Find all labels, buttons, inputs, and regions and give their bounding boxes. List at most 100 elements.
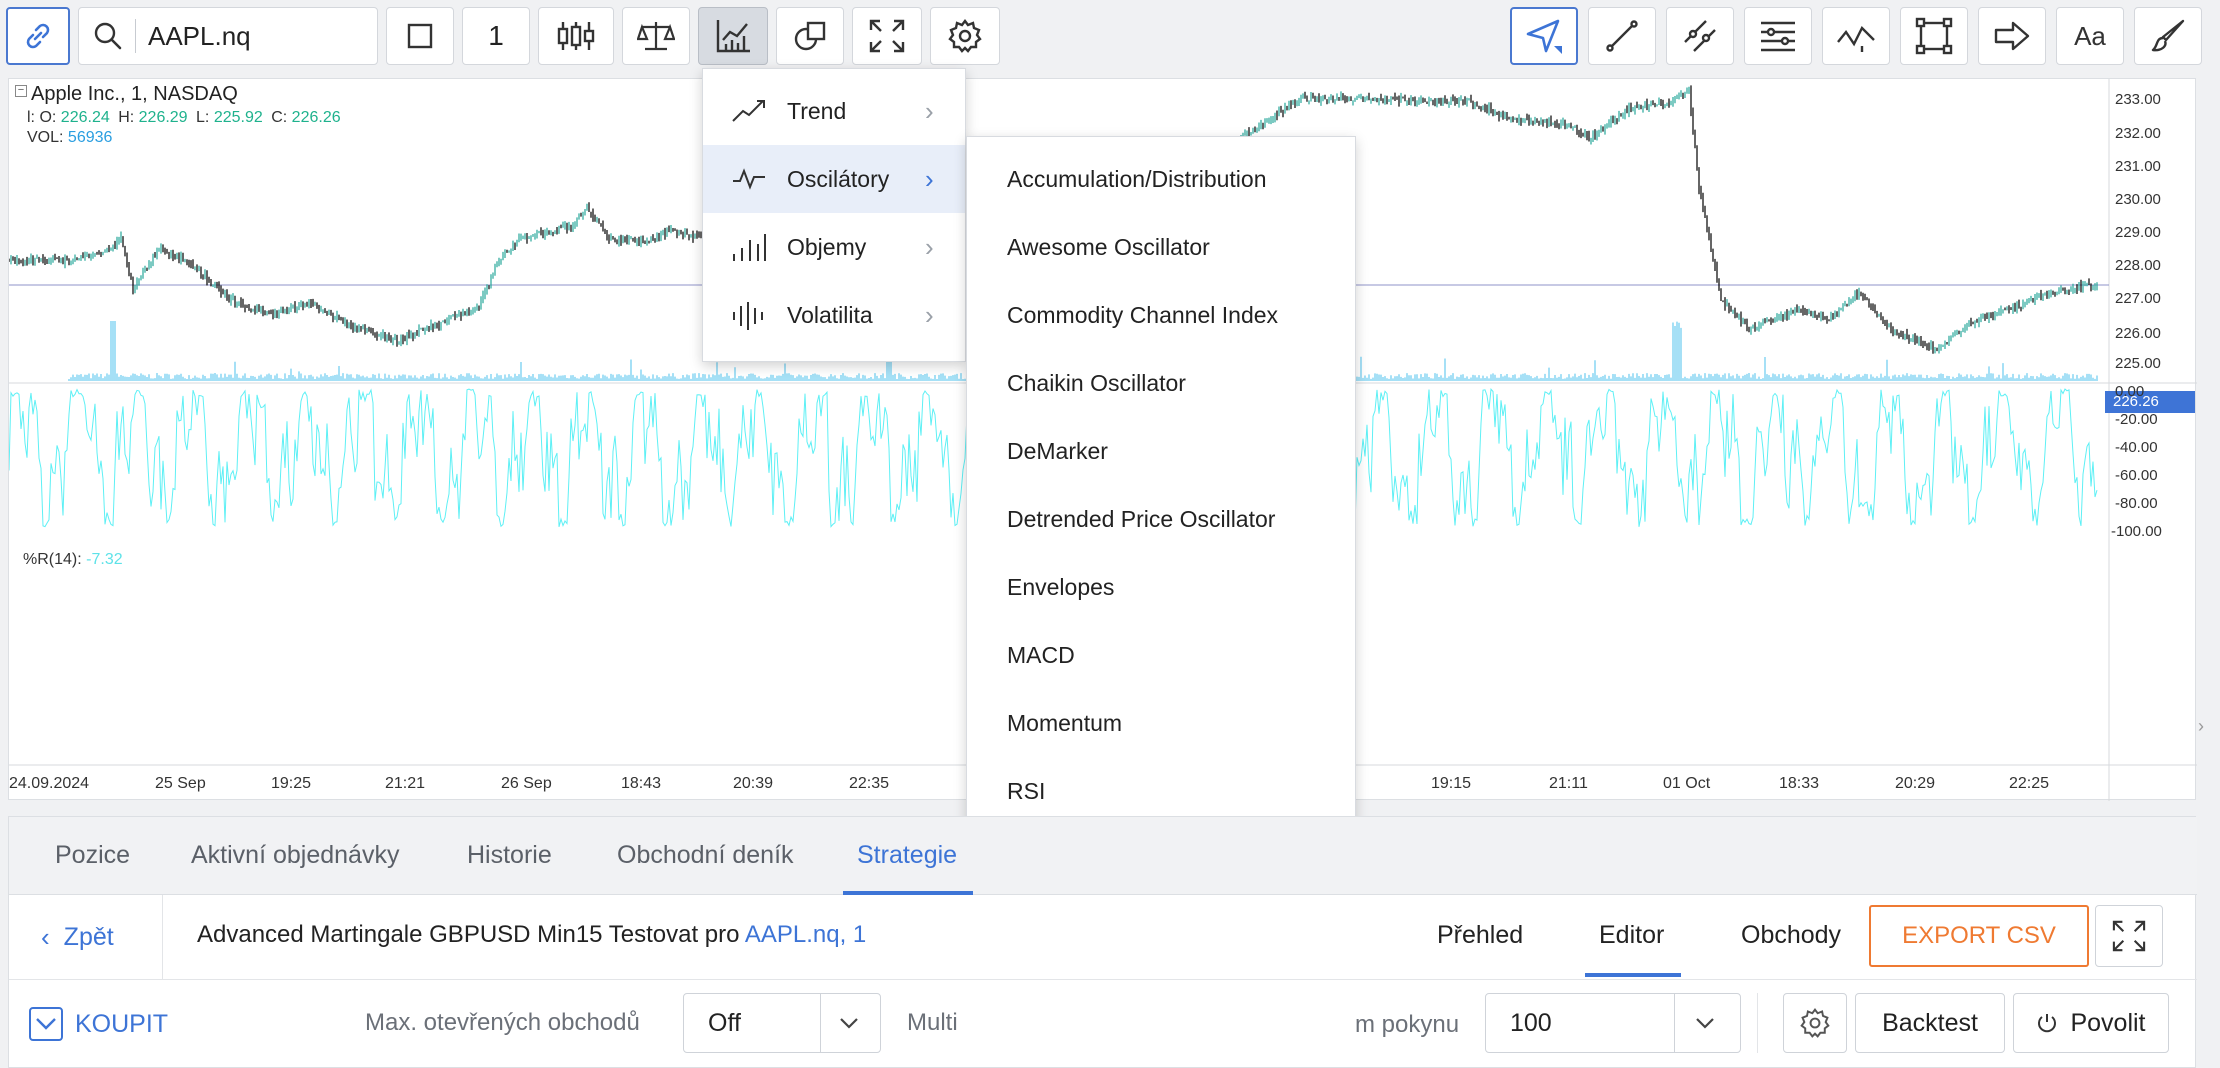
price-axis-tick: 225.00 bbox=[2115, 355, 2161, 372]
time-axis-tick: 22:25 bbox=[2009, 775, 2050, 792]
chevron-down-icon bbox=[840, 1018, 858, 1029]
chart-type-button[interactable] bbox=[538, 7, 614, 65]
view-tab-trades[interactable]: Obchody bbox=[1741, 921, 1841, 950]
oscillator-axis-tick: 0.00 bbox=[2115, 383, 2145, 400]
shapes-icon bbox=[794, 21, 826, 51]
levels-tool-button[interactable] bbox=[1744, 7, 1812, 65]
time-axis-tick: 21:11 bbox=[1549, 775, 1588, 792]
export-csv-button[interactable]: EXPORT CSV bbox=[1869, 905, 2089, 967]
rectangle-icon bbox=[1915, 17, 1953, 55]
tab-active-orders[interactable]: Aktivní objednávky bbox=[191, 841, 399, 870]
tab-strategies[interactable]: Strategie bbox=[857, 841, 957, 870]
time-axis-tick: 19:15 bbox=[1431, 775, 1472, 792]
volume-value: 56936 bbox=[67, 129, 113, 146]
view-tab-overview[interactable]: Přehled bbox=[1437, 921, 1523, 950]
submenu-item-demarker[interactable]: DeMarker bbox=[967, 417, 1355, 485]
link-icon bbox=[26, 23, 50, 49]
pattern-tool-button[interactable] bbox=[1822, 7, 1890, 65]
indicators-icon bbox=[716, 20, 750, 53]
chevron-left-icon: ‹ bbox=[41, 921, 50, 952]
cursor-tool-button[interactable] bbox=[1510, 7, 1578, 65]
time-axis-tick: 24.09.2024 bbox=[9, 775, 90, 792]
interval-button[interactable]: 1 bbox=[462, 7, 530, 65]
back-button[interactable]: ‹ Zpět bbox=[9, 895, 163, 979]
time-axis-tick: 21:21 bbox=[385, 775, 426, 792]
oscillator-axis-tick: -60.00 bbox=[2115, 467, 2158, 484]
enable-button[interactable]: Povolit bbox=[2013, 993, 2169, 1053]
time-axis-tick: 18:33 bbox=[1779, 775, 1820, 792]
submenu-item-chaikin-oscillator[interactable]: Chaikin Oscillator bbox=[967, 349, 1355, 417]
submenu-item-rsi[interactable]: RSI bbox=[967, 757, 1355, 825]
send-arrow-icon bbox=[1526, 19, 1562, 54]
square-icon bbox=[407, 23, 433, 49]
price-axis-tick: 232.00 bbox=[2115, 125, 2161, 142]
submenu-item-envelopes[interactable]: Envelopes bbox=[967, 553, 1355, 621]
search-divider bbox=[135, 19, 136, 53]
symbol-input-value[interactable]: AAPL.nq bbox=[148, 21, 251, 52]
submenu-item-momentum[interactable]: Momentum bbox=[967, 689, 1355, 757]
buy-toggle[interactable]: KOUPIT bbox=[29, 1007, 168, 1041]
scroll-right-icon[interactable]: › bbox=[2198, 716, 2220, 746]
line-tool-button[interactable] bbox=[1588, 7, 1656, 65]
brush-tool-button[interactable] bbox=[2134, 7, 2202, 65]
indicators-menu: Trend › Oscilátory › Objemy › Volatilita… bbox=[702, 68, 966, 362]
arrow-tool-button[interactable] bbox=[1978, 7, 2046, 65]
layout-button[interactable] bbox=[386, 7, 454, 65]
oscillator-axis-tick: -40.00 bbox=[2115, 439, 2158, 456]
shapes-button[interactable] bbox=[776, 7, 844, 65]
submenu-item-accumulation-distribution[interactable]: Accumulation/Distribution bbox=[967, 145, 1355, 213]
menu-item-trend[interactable]: Trend › bbox=[703, 77, 965, 145]
view-tab-editor[interactable]: Editor bbox=[1599, 921, 1664, 950]
time-axis-tick: 18:43 bbox=[621, 775, 662, 792]
collapse-legend-button[interactable]: − bbox=[15, 85, 27, 97]
checkbox-icon bbox=[29, 1007, 63, 1041]
text-tool-button[interactable]: Aa bbox=[2056, 7, 2124, 65]
submenu-item-macd[interactable]: MACD bbox=[967, 621, 1355, 689]
tab-positions[interactable]: Pozice bbox=[55, 841, 130, 870]
divider bbox=[1757, 993, 1758, 1053]
volume-line: VOL: 56936 bbox=[27, 129, 113, 146]
submenu-item-commodity-channel-index[interactable]: Commodity Channel Index bbox=[967, 281, 1355, 349]
price-axis-tick: 230.00 bbox=[2115, 191, 2161, 208]
submenu-item-detrended-price-oscillator[interactable]: Detrended Price Oscillator bbox=[967, 485, 1355, 553]
expand-panel-button[interactable] bbox=[2095, 905, 2163, 967]
gear-icon bbox=[948, 19, 982, 53]
bottom-tabs: Pozice Aktivní objednávky Historie Obcho… bbox=[9, 817, 2197, 895]
select-divider bbox=[820, 994, 821, 1052]
strategy-symbol-link[interactable]: AAPL.nq, 1 bbox=[745, 921, 866, 948]
high-value: 226.29 bbox=[138, 109, 188, 126]
menu-item-volumes[interactable]: Objemy › bbox=[703, 213, 965, 281]
order-size-select[interactable]: 100 bbox=[1485, 993, 1741, 1053]
price-axis-tick: 226.00 bbox=[2115, 325, 2161, 342]
chevron-down-icon bbox=[1696, 1018, 1714, 1029]
time-axis-tick: 20:39 bbox=[733, 775, 774, 792]
symbol-search[interactable]: AAPL.nq bbox=[78, 7, 378, 65]
rectangle-tool-button[interactable] bbox=[1900, 7, 1968, 65]
oscillator-icon bbox=[733, 168, 765, 190]
interval-value: 1 bbox=[488, 20, 504, 51]
submenu-item-awesome-oscillator[interactable]: Awesome Oscillator bbox=[967, 213, 1355, 281]
expand-icon bbox=[869, 19, 905, 53]
link-button[interactable] bbox=[6, 7, 70, 65]
tab-history[interactable]: Historie bbox=[467, 841, 552, 870]
channel-tool-button[interactable] bbox=[1666, 7, 1734, 65]
backtest-button[interactable]: Backtest bbox=[1855, 993, 2005, 1053]
strategy-settings-button[interactable] bbox=[1783, 993, 1847, 1053]
menu-item-oscillators[interactable]: Oscilátory › bbox=[703, 145, 965, 213]
chevron-right-icon: › bbox=[925, 95, 934, 126]
menu-item-volatility[interactable]: Volatilita › bbox=[703, 281, 965, 349]
fullscreen-button[interactable] bbox=[852, 7, 922, 65]
order-size-label: m pokynu bbox=[1355, 1011, 1460, 1038]
gear-icon bbox=[1800, 1008, 1830, 1038]
horizontal-lines-icon bbox=[1761, 21, 1795, 52]
open-value: 226.24 bbox=[60, 109, 110, 126]
tab-trading-journal[interactable]: Obchodní deník bbox=[617, 841, 794, 870]
toolbar: AAPL.nq 1 Aa bbox=[0, 0, 2220, 74]
settings-button[interactable] bbox=[930, 7, 1000, 65]
indicators-button[interactable] bbox=[698, 7, 768, 65]
multiplier-label: Multi bbox=[907, 1009, 958, 1036]
power-icon bbox=[2038, 1014, 2057, 1033]
max-trades-select[interactable]: Off bbox=[683, 993, 881, 1053]
view-tab-underline bbox=[1585, 973, 1681, 977]
compare-button[interactable] bbox=[622, 7, 690, 65]
